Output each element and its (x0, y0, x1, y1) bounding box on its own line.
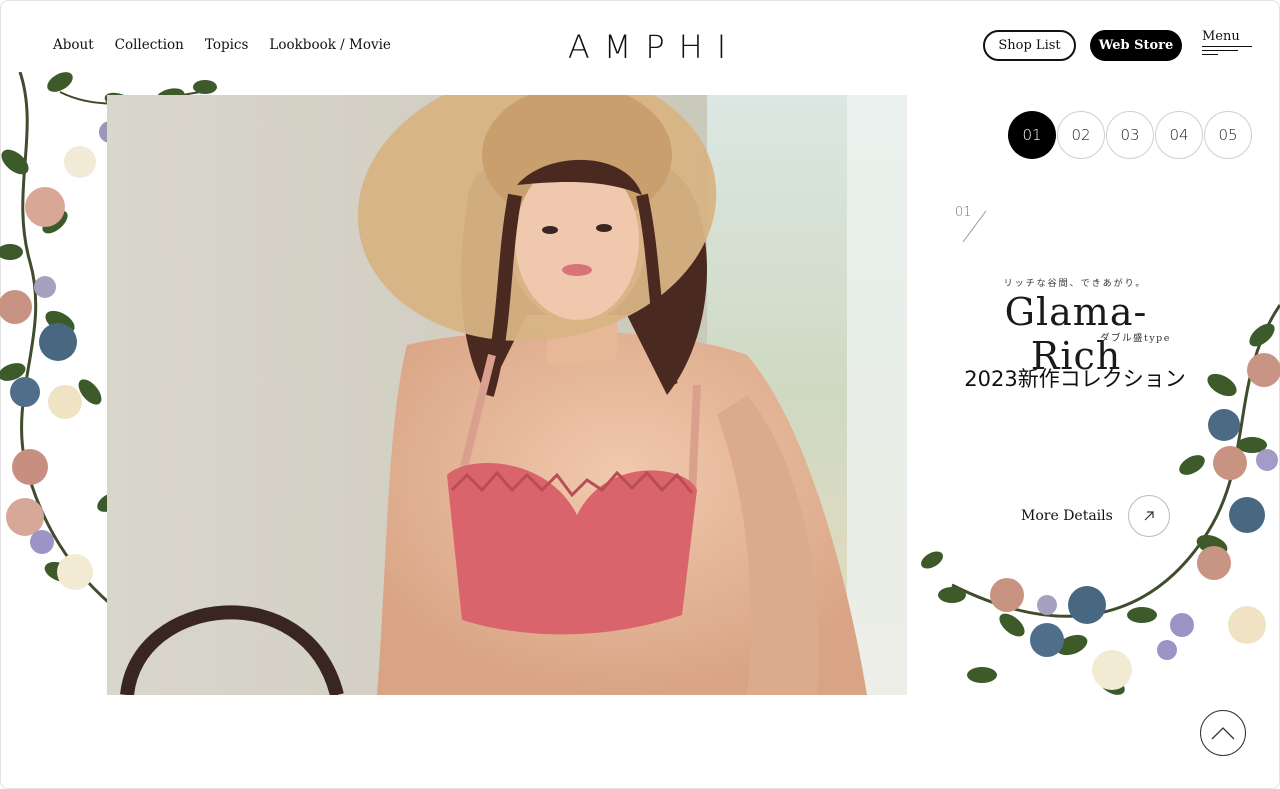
product-subbrand: ダブル盛type (1100, 333, 1171, 344)
arrow-up-right-icon (1127, 495, 1170, 537)
nav-topics[interactable]: Topics (205, 37, 249, 53)
slide-tab-03[interactable]: 03 (1106, 111, 1154, 159)
slash-divider (962, 210, 987, 243)
site-header: About Collection Topics Lookbook / Movie… (0, 0, 1280, 90)
nav-lookbook-movie[interactable]: Lookbook / Movie (269, 37, 391, 53)
slide-pager: 01 02 03 04 05 (1008, 111, 1258, 163)
menu-label: Menu (1202, 29, 1240, 44)
web-store-button[interactable]: Web Store (1090, 30, 1182, 61)
chevron-up-icon (1211, 727, 1235, 740)
slide-tab-04[interactable]: 04 (1155, 111, 1203, 159)
nav-about[interactable]: About (53, 37, 94, 53)
slide-headline: 2023新作コレクション (964, 367, 1186, 391)
more-details-label: More Details (1021, 508, 1113, 524)
site-logo[interactable]: AMPHI (540, 28, 754, 66)
slide-tab-05[interactable]: 05 (1204, 111, 1252, 159)
more-details-link[interactable]: More Details (1021, 494, 1170, 538)
slide-tab-02[interactable]: 02 (1057, 111, 1105, 159)
main-nav: About Collection Topics Lookbook / Movie (53, 37, 391, 53)
slide-tagline: リッチな谷間、できあがり。 (1003, 279, 1147, 289)
hero-image (107, 95, 907, 695)
shop-list-button[interactable]: Shop List (983, 30, 1076, 61)
nav-collection[interactable]: Collection (115, 37, 184, 53)
menu-button[interactable]: Menu (1202, 29, 1254, 59)
slide-tab-01[interactable]: 01 (1008, 111, 1056, 159)
back-to-top-button[interactable] (1200, 710, 1246, 756)
